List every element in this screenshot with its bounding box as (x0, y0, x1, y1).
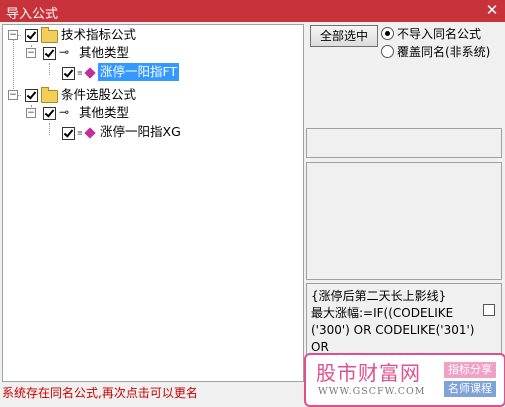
collapse-icon[interactable]: − (26, 108, 36, 118)
tree-node-label: 涨停一阳指XG (100, 124, 181, 139)
tree-node-label: 技术指标公式 (61, 27, 137, 42)
tree-node-label: 其他类型 (79, 105, 130, 120)
tree-node-label: 其他类型 (79, 45, 130, 60)
watermark-brand: 股市财富网 (316, 361, 421, 385)
title-bar: 导入公式 ✕ (0, 0, 505, 22)
tree-checkbox[interactable] (43, 107, 56, 120)
folder-icon (41, 27, 58, 43)
watermark-url: WWW.GSCFW.COM (318, 386, 426, 397)
formula-dots-icon: ≡ (77, 69, 83, 77)
tree-node-label: 条件选股公式 (61, 87, 137, 102)
radio-no-import[interactable] (381, 27, 394, 40)
window-title: 导入公式 (6, 7, 59, 22)
tree-checkbox[interactable] (43, 47, 56, 60)
close-icon[interactable]: ✕ (483, 1, 501, 19)
watermark-tag-course: 名师课程 (444, 381, 496, 397)
formula-icon (84, 127, 96, 139)
key-icon: ⊸ (59, 45, 70, 59)
status-message: 系统存在同名公式,再次点击可以更名 (2, 386, 198, 400)
watermark: 股市财富网 WWW.GSCFW.COM 指标分享 名师课程 (304, 353, 505, 407)
info-panel-top (306, 128, 502, 158)
tree-node-tech-indicator[interactable]: − 技术指标公式 (3, 26, 303, 44)
radio-overwrite[interactable] (381, 45, 394, 58)
key-icon: ⊸ (59, 105, 70, 119)
tree-node-label: 涨停一阳指FT (98, 63, 180, 81)
tree-node-formula-xg[interactable]: ≡ 涨停一阳指XG (3, 123, 303, 141)
collapse-icon[interactable]: − (8, 90, 18, 100)
folder-icon (41, 87, 58, 103)
tree-checkbox[interactable] (62, 67, 75, 80)
description-checkbox[interactable] (483, 304, 495, 316)
watermark-tag-share: 指标分享 (444, 362, 496, 378)
radio-overwrite-label[interactable]: 覆盖同名(非系统) (397, 43, 490, 60)
collapse-icon[interactable]: − (8, 30, 18, 40)
collapse-icon[interactable]: − (26, 48, 36, 58)
formula-icon (84, 67, 96, 79)
tree-checkbox[interactable] (25, 29, 38, 42)
tree-checkbox[interactable] (62, 127, 75, 140)
tree-node-formula-ft[interactable]: ≡ 涨停一阳指FT (3, 63, 303, 81)
tree-node-other-type[interactable]: − ⊸ 其他类型 (3, 104, 303, 122)
formula-dots-icon: ≡ (77, 129, 83, 137)
tree-checkbox[interactable] (25, 89, 38, 102)
tree-node-stock-selection[interactable]: − 条件选股公式 (3, 86, 303, 104)
formula-tree[interactable]: − 技术指标公式 − ⊸ 其他类型 ≡ 涨停一阳指FT − 条件选股公式 − ⊸… (2, 24, 304, 382)
select-all-button[interactable]: 全部选中 (310, 25, 378, 47)
radio-no-import-label[interactable]: 不导入同名公式 (397, 25, 481, 42)
info-panel-middle (306, 162, 502, 280)
tree-node-other-type[interactable]: − ⊸ 其他类型 (3, 44, 303, 62)
